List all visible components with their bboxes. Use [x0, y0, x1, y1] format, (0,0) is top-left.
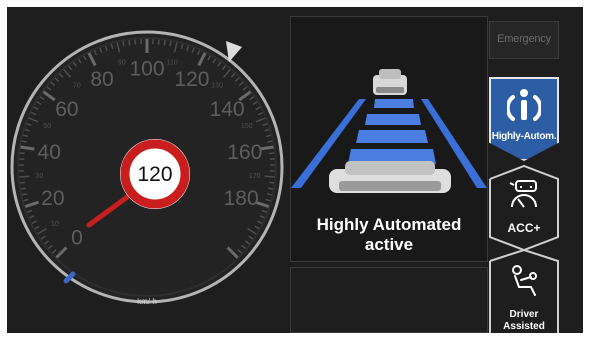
- mode-highly-automated-label: Highly-Autom.: [491, 131, 557, 142]
- speed-minor-label: 30: [35, 173, 43, 180]
- speed-tick: [21, 193, 28, 196]
- speed-tick: [19, 175, 30, 178]
- speed-tick: [128, 40, 131, 46]
- speed-tick: [267, 140, 273, 143]
- secondary-info-box: [290, 267, 488, 333]
- speed-scale-label: 20: [41, 187, 64, 210]
- speed-scale-label: 180: [224, 187, 259, 210]
- speed-minor-label: 10: [51, 221, 59, 228]
- mode-acc-label: ACC+: [507, 221, 541, 235]
- automation-status-panel: Highly Automated active: [290, 16, 488, 333]
- speed-scale-label: 140: [210, 98, 245, 121]
- road-stripe: [365, 114, 421, 125]
- ego-car-icon: [329, 161, 451, 193]
- lead-car-icon: [373, 69, 407, 95]
- speed-tick: [269, 152, 275, 155]
- speed-scale-label: 160: [227, 141, 262, 164]
- driver-seat-icon: [512, 265, 537, 296]
- mode-emergency-button[interactable]: Emergency: [489, 21, 559, 59]
- hud-dashboard: 0 20 40 60 80 100 120 140 160 180 10 30 50 70 90 110 130…: [7, 7, 583, 333]
- mode-highly-automated-button[interactable]: Highly-Autom.: [489, 77, 559, 161]
- speed-tick: [122, 41, 125, 47]
- mode-emergency-label: Emergency: [497, 33, 551, 45]
- speed-minor-label: 130: [211, 82, 223, 89]
- speed-tick: [264, 175, 275, 178]
- automation-i-icon: [507, 89, 541, 121]
- mode-driver-assisted-button[interactable]: Driver Assisted: [489, 249, 559, 333]
- speed-minor-label: 90: [118, 59, 126, 66]
- speed-tick: [169, 41, 172, 47]
- speed-tick: [19, 181, 26, 184]
- speed-unit-label: km/ h: [137, 297, 157, 306]
- speed-tick: [163, 40, 166, 46]
- status-line-2: active: [364, 235, 414, 254]
- speed-tick: [20, 187, 26, 190]
- mode-driver-assisted-label: Driver Assisted: [489, 309, 559, 333]
- mode-selector: Emergency Highly-Autom. ACC+ Driver Assi…: [489, 17, 559, 333]
- road-stripe: [356, 130, 428, 143]
- speed-minor-label: 70: [73, 82, 81, 89]
- mode-driver-assisted-line-1: Driver: [509, 309, 539, 320]
- speed-limit-sign: 120: [120, 139, 190, 209]
- speed-scale-label: 120: [174, 68, 209, 91]
- status-line-1: Highly Automated: [316, 215, 462, 234]
- speed-scale-label: 100: [129, 57, 164, 80]
- speed-scale-label: 40: [38, 141, 61, 164]
- speed-minor-label: 170: [249, 173, 261, 180]
- speed-tick: [268, 181, 275, 184]
- speed-minor-label: 150: [241, 123, 253, 130]
- speed-tick: [19, 152, 25, 155]
- mode-driver-assisted-line-2: Assisted: [503, 321, 545, 332]
- speed-scale-label: 80: [90, 68, 113, 91]
- speed-tick: [21, 140, 27, 143]
- speed-tick: [268, 187, 274, 190]
- acc-car-gauge-icon: [509, 180, 537, 208]
- speed-tick: [266, 193, 273, 196]
- speed-limit-value: 120: [137, 163, 172, 186]
- road-stripe: [374, 99, 414, 108]
- speed-scale-label: 0: [71, 226, 83, 249]
- speedometer: 0 20 40 60 80 100 120 140 160 180 10 30 50 70 90 110 130…: [7, 7, 287, 333]
- mode-acc-button[interactable]: ACC+: [489, 165, 559, 251]
- speed-scale-label: 60: [55, 98, 78, 121]
- automation-status-text: Highly Automated active: [291, 215, 487, 255]
- driving-scene: Highly Automated active: [290, 16, 488, 262]
- speed-minor-label: 110: [167, 59, 178, 66]
- speed-minor-label: 50: [43, 123, 51, 130]
